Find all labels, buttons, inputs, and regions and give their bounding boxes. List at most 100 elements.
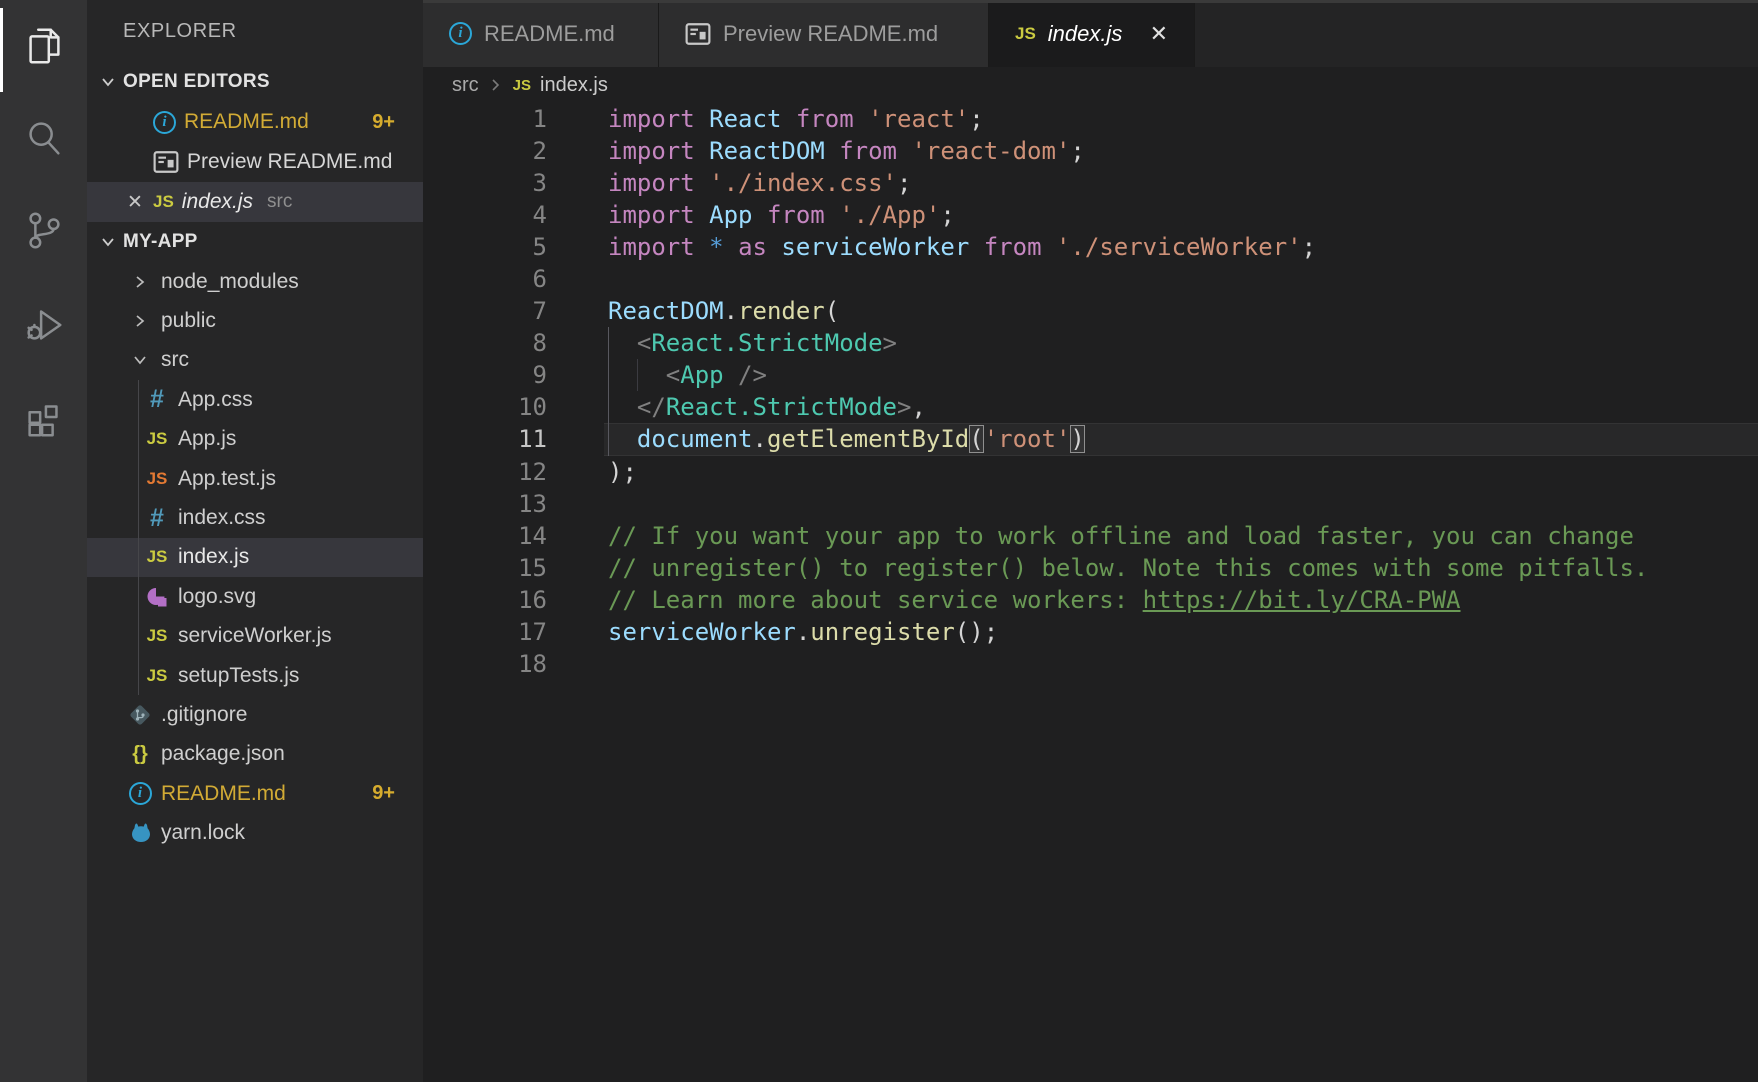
line-number: 14 — [423, 520, 547, 552]
tree-item-public[interactable]: public — [87, 301, 423, 340]
tree-item-setuptests-js[interactable]: JSsetupTests.js — [87, 656, 423, 695]
line-number: 7 — [423, 295, 547, 327]
tree-item-package-json[interactable]: {}package.json — [87, 735, 423, 774]
sidebar-explorer: EXPLORER OPEN EDITORS iREADME.md9+Previe… — [87, 0, 423, 1082]
token-tag: React.StrictMode — [651, 329, 882, 357]
run-debug-icon[interactable] — [0, 280, 87, 368]
code-line-10[interactable]: 10 </React.StrictMode>, — [423, 391, 1758, 423]
token-id: React — [709, 105, 796, 133]
open-editor-label: index.js — [182, 190, 253, 214]
sidebar-title: EXPLORER — [87, 0, 423, 62]
js-icon: JS — [147, 469, 168, 489]
search-icon[interactable] — [0, 94, 87, 182]
tree-item-index-js[interactable]: JS index.js — [87, 538, 423, 577]
token-id: ReactDOM — [709, 137, 839, 165]
token-kw: from — [796, 105, 868, 133]
tab-index-js[interactable]: JSindex.js✕ — [989, 0, 1195, 67]
indent-guide — [138, 577, 139, 616]
tree-item-app-test-js[interactable]: JSApp.test.js — [87, 459, 423, 498]
code-line-2[interactable]: 2import ReactDOM from 'react-dom'; — [423, 135, 1758, 167]
source-control-icon[interactable] — [0, 186, 87, 274]
token-pun — [608, 425, 637, 453]
token-pun: ; — [940, 201, 954, 229]
token-pun — [608, 329, 637, 357]
code-line-11[interactable]: 11 document.getElementById('root') — [423, 423, 1758, 455]
line-number: 9 — [423, 359, 547, 391]
tree-item-label: index.js — [178, 545, 249, 569]
tab-readme-md[interactable]: iREADME.md — [423, 0, 659, 67]
tree-item-logo-svg[interactable]: logo.svg — [87, 577, 423, 616]
code-line-15[interactable]: 15// unregister() to register() below. N… — [423, 552, 1758, 584]
token-pun: . — [724, 297, 738, 325]
tree-item-index-css[interactable]: #index.css — [87, 498, 423, 537]
tree-item-node-modules[interactable]: node_modules — [87, 262, 423, 301]
code-line-13[interactable]: 13 — [423, 488, 1758, 520]
tree-item-label: serviceWorker.js — [178, 624, 332, 648]
code-line-7[interactable]: 7ReactDOM.render( — [423, 295, 1758, 327]
comment-link[interactable]: https://bit.ly/CRA-PWA — [1143, 586, 1461, 614]
close-icon[interactable]: ✕ — [127, 191, 153, 214]
js-icon: JS — [147, 547, 168, 567]
code-line-1[interactable]: 1import React from 'react'; — [423, 103, 1758, 135]
token-pun: ); — [608, 458, 637, 486]
token-kw: import — [608, 201, 709, 229]
token-kw: from — [767, 201, 839, 229]
tree-item-src[interactable]: src — [87, 341, 423, 380]
code-line-18[interactable]: 18 — [423, 648, 1758, 680]
token-str: 'root' — [984, 425, 1071, 453]
file-icon-box: JS — [142, 626, 172, 646]
open-editors-header[interactable]: OPEN EDITORS — [87, 62, 423, 102]
code-line-16[interactable]: 16// Learn more about service workers: h… — [423, 584, 1758, 616]
code-line-9[interactable]: 9 <App /> — [423, 359, 1758, 391]
file-icon-box — [125, 821, 155, 845]
tree-item-app-js[interactable]: JSApp.js — [87, 420, 423, 459]
indent-guide — [138, 498, 139, 537]
extensions-icon[interactable] — [0, 374, 87, 462]
open-editor-index-js[interactable]: ✕JSindex.jssrc — [87, 182, 423, 222]
token-bm: ( — [969, 425, 983, 453]
code-line-6[interactable]: 6 — [423, 263, 1758, 295]
token-pun: ; — [969, 105, 983, 133]
tab-preview-readme-md[interactable]: Preview README.md — [659, 0, 989, 67]
token-pun: ; — [1302, 233, 1316, 261]
code-line-5[interactable]: 5import * as serviceWorker from './servi… — [423, 231, 1758, 263]
line-number: 18 — [423, 648, 547, 680]
code-line-3[interactable]: 3import './index.css'; — [423, 167, 1758, 199]
token-str: './index.css' — [709, 169, 897, 197]
token-cm: // If you want your app to work offline … — [608, 522, 1634, 550]
open-editor-preview-readme-md[interactable]: Preview README.md — [87, 142, 423, 182]
tab-label: README.md — [484, 21, 615, 47]
tree-item-readme-md[interactable]: iREADME.md9+ — [87, 774, 423, 813]
git-icon — [127, 702, 153, 728]
breadcrumb-src[interactable]: src — [452, 74, 479, 97]
tab-label: Preview README.md — [723, 21, 938, 47]
tree-item-yarn-lock[interactable]: yarn.lock — [87, 813, 423, 852]
tree-item-serviceworker-js[interactable]: JS serviceWorker.js — [87, 617, 423, 656]
token-pun: (); — [955, 618, 998, 646]
code-editor[interactable]: 1import React from 'react';2import React… — [423, 103, 1758, 1082]
line-number: 16 — [423, 584, 547, 616]
window-top-edge — [423, 0, 1758, 3]
code-line-14[interactable]: 14 // If you want your app to work offlin… — [423, 520, 1758, 552]
code-line-17[interactable]: 17serviceWorker.unregister(); — [423, 616, 1758, 648]
file-icon-box: JS — [142, 429, 172, 449]
tree-item-label: package.json — [161, 742, 285, 766]
code-line-4[interactable]: 4import App from './App'; — [423, 199, 1758, 231]
indent-guide — [138, 459, 139, 498]
open-editor-readme-md[interactable]: iREADME.md9+ — [87, 102, 423, 142]
tab-bar: iREADME.md Preview README.md JSindex.js✕ — [423, 0, 1758, 67]
tree-item-gitignore[interactable]: .gitignore — [87, 695, 423, 734]
workspace-header[interactable]: MY-APP — [87, 222, 423, 262]
close-icon[interactable]: ✕ — [1150, 21, 1168, 47]
tree-item-app-css[interactable]: #App.css — [87, 380, 423, 419]
line-content: import * as serviceWorker from './servic… — [608, 231, 1316, 263]
breadcrumb-file[interactable]: index.js — [540, 74, 608, 97]
token-id: serviceWorker — [781, 233, 983, 261]
yarn-icon — [128, 821, 152, 845]
file-icon-box: JS — [142, 547, 172, 567]
code-line-8[interactable]: 8 <React.StrictMode> — [423, 327, 1758, 359]
token-kw: from — [839, 137, 911, 165]
js-icon: JS — [147, 429, 168, 449]
explorer-icon[interactable] — [0, 2, 87, 90]
code-line-12[interactable]: 12); — [423, 456, 1758, 488]
